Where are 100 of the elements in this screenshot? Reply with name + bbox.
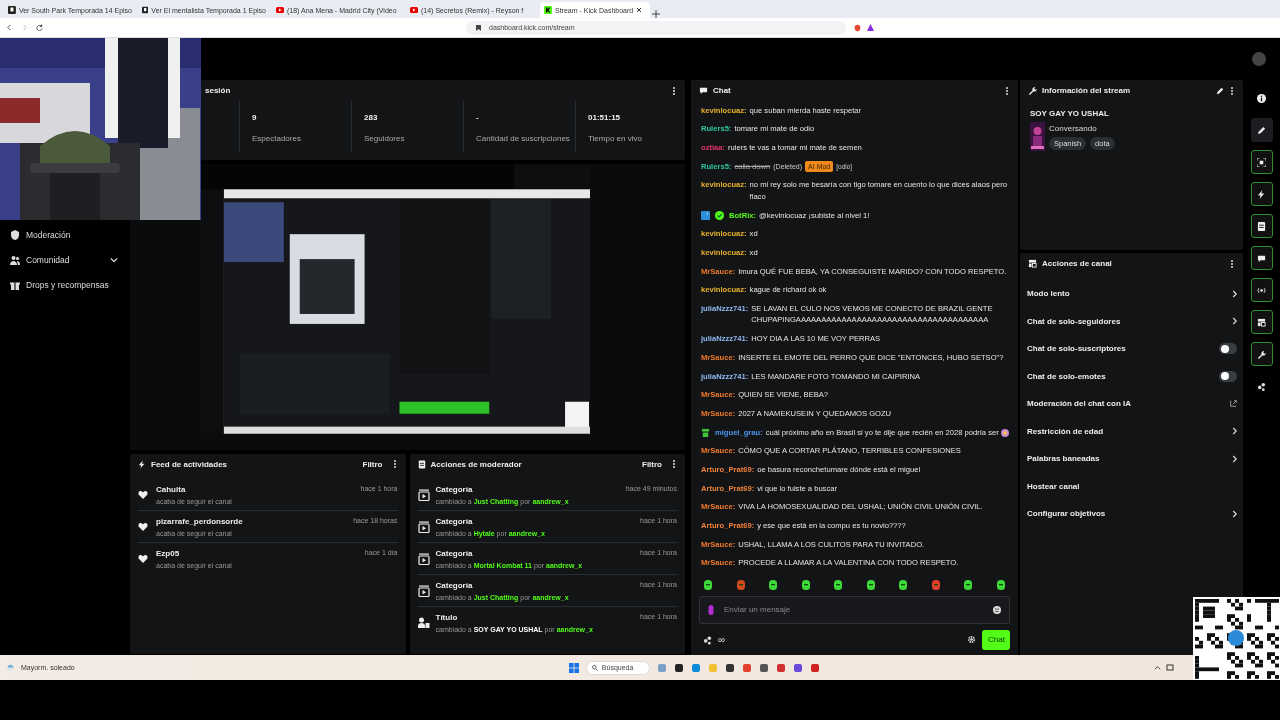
document-icon: [1257, 221, 1266, 231]
follower-name: Ezp05: [156, 548, 181, 558]
more-icon[interactable]: [1004, 85, 1010, 96]
message-field[interactable]: Enviar un mensaje: [699, 595, 1010, 624]
category-icon: [417, 584, 430, 597]
site-icon: [8, 6, 16, 14]
emote-icon[interactable]: [930, 578, 941, 590]
bookmark-icon[interactable]: [476, 24, 481, 31]
more-icon[interactable]: [1229, 85, 1235, 96]
action-title: Categoría: [435, 516, 474, 526]
chevron-icon[interactable]: [1231, 426, 1237, 437]
filter-button[interactable]: Filtro: [638, 459, 666, 469]
sidebar-item[interactable]: Comunidad: [0, 247, 128, 272]
subscriber-badge-icon: [701, 428, 710, 438]
settings-icon[interactable]: [967, 635, 976, 644]
broadcast-button[interactable]: [1250, 278, 1273, 302]
nodes-icon: [1257, 381, 1266, 391]
chat-button[interactable]: [1250, 246, 1273, 270]
panel-title: Chat: [713, 86, 731, 95]
windows-icon[interactable]: [568, 662, 579, 673]
emoji-icon[interactable]: [993, 605, 1001, 614]
focus-button[interactable]: [1250, 150, 1273, 174]
wrench-button[interactable]: [1250, 342, 1273, 366]
chevron-up-icon[interactable]: [1154, 663, 1161, 671]
points-label: ∞: [718, 634, 726, 645]
stat-label: Espectadores: [252, 134, 302, 143]
action-label[interactable]: Modo lento: [1027, 289, 1070, 299]
emote-icon[interactable]: [768, 578, 779, 590]
sidebar-item[interactable]: Moderación: [0, 222, 128, 247]
panel-title: sesión: [205, 86, 231, 95]
bolt-button[interactable]: [1250, 182, 1273, 206]
app-icon[interactable]: [792, 662, 803, 673]
nodes-icon[interactable]: [703, 634, 712, 645]
action-label[interactable]: Configurar objetivos: [1027, 509, 1106, 519]
action-label[interactable]: Chat de solo-seguidores: [1027, 316, 1121, 326]
document-button[interactable]: [1250, 214, 1273, 238]
more-icon[interactable]: [671, 459, 677, 469]
emote-icon[interactable]: [865, 578, 876, 590]
action-title: Categoría: [435, 484, 474, 494]
emote-icon[interactable]: [735, 578, 746, 590]
external-link-icon[interactable]: [1230, 400, 1237, 408]
reload-icon[interactable]: [36, 24, 43, 31]
sidebar-item[interactable]: Drops y recompensas: [0, 272, 128, 297]
panel-title: Acciones de moderador: [430, 459, 522, 469]
more-icon[interactable]: [1229, 258, 1235, 269]
action-title: Título: [435, 612, 459, 622]
action-title: Categoría: [435, 580, 474, 590]
stat-value: 9: [252, 113, 258, 122]
shield-icon: [10, 229, 20, 240]
action-label[interactable]: Hostear canal: [1027, 481, 1080, 491]
channel-button[interactable]: [1250, 310, 1273, 334]
weather-icon: [6, 663, 15, 672]
more-icon[interactable]: [671, 85, 677, 96]
more-icon[interactable]: [391, 459, 398, 469]
edit-icon[interactable]: [1216, 86, 1224, 95]
network-icon[interactable]: [1166, 663, 1174, 672]
action-label[interactable]: Moderación del chat con IA: [1027, 399, 1131, 409]
edit-icon: [1257, 125, 1266, 135]
filter-button[interactable]: Filtro: [358, 459, 387, 469]
action-label[interactable]: Chat de solo-emotes: [1027, 371, 1106, 381]
stat-value: 01:51:15: [588, 113, 622, 122]
panel-title: Acciones de canal: [1042, 259, 1112, 268]
emote-icon[interactable]: [898, 578, 909, 590]
emote-icon[interactable]: [833, 578, 844, 590]
category-name[interactable]: Conversando: [1049, 124, 1115, 133]
verified-badge-icon: [715, 211, 724, 221]
chevron-icon[interactable]: [1231, 288, 1237, 299]
chevron-icon[interactable]: [1231, 316, 1237, 327]
send-button[interactable]: Chat: [982, 629, 1010, 650]
app-icon[interactable]: [809, 662, 820, 673]
video-site-icon: [276, 6, 284, 14]
new-tab-icon[interactable]: [652, 10, 660, 18]
toggle-switch[interactable]: [1219, 370, 1237, 382]
follower-name: pizarrafe_perdonsorde: [156, 516, 244, 526]
shield-icon[interactable]: [854, 23, 861, 32]
action-label[interactable]: Palabras baneadas: [1027, 454, 1100, 464]
chevron-icon[interactable]: [1231, 453, 1237, 464]
chevron-icon[interactable]: [1231, 508, 1237, 519]
stat-label: Cantidad de suscripciones: [476, 134, 571, 143]
back-icon[interactable]: [6, 24, 13, 31]
stat-label: Tiempo en vivo: [588, 134, 643, 143]
triangle-icon[interactable]: [867, 24, 874, 31]
close-icon[interactable]: [636, 7, 643, 13]
app-icon[interactable]: [758, 662, 769, 673]
action-label[interactable]: Chat de solo-suscriptores: [1027, 344, 1126, 354]
toggle-switch[interactable]: [1219, 343, 1237, 355]
category-icon: [417, 552, 430, 565]
follower-name: Cahuita: [156, 484, 187, 494]
app-icon[interactable]: [724, 662, 735, 673]
edit-button[interactable]: [1250, 118, 1273, 142]
emote-icon[interactable]: [995, 578, 1006, 590]
emote-icon[interactable]: [703, 578, 713, 590]
wrench-icon: [1257, 349, 1266, 359]
channel-icon: [1028, 259, 1037, 268]
video-site-icon: [410, 6, 418, 14]
action-label[interactable]: Restricción de edad: [1027, 426, 1104, 436]
site-icon: [544, 6, 552, 14]
emote-icon[interactable]: [800, 578, 811, 590]
emote-icon[interactable]: [963, 578, 974, 590]
microphone-icon: [708, 604, 714, 615]
